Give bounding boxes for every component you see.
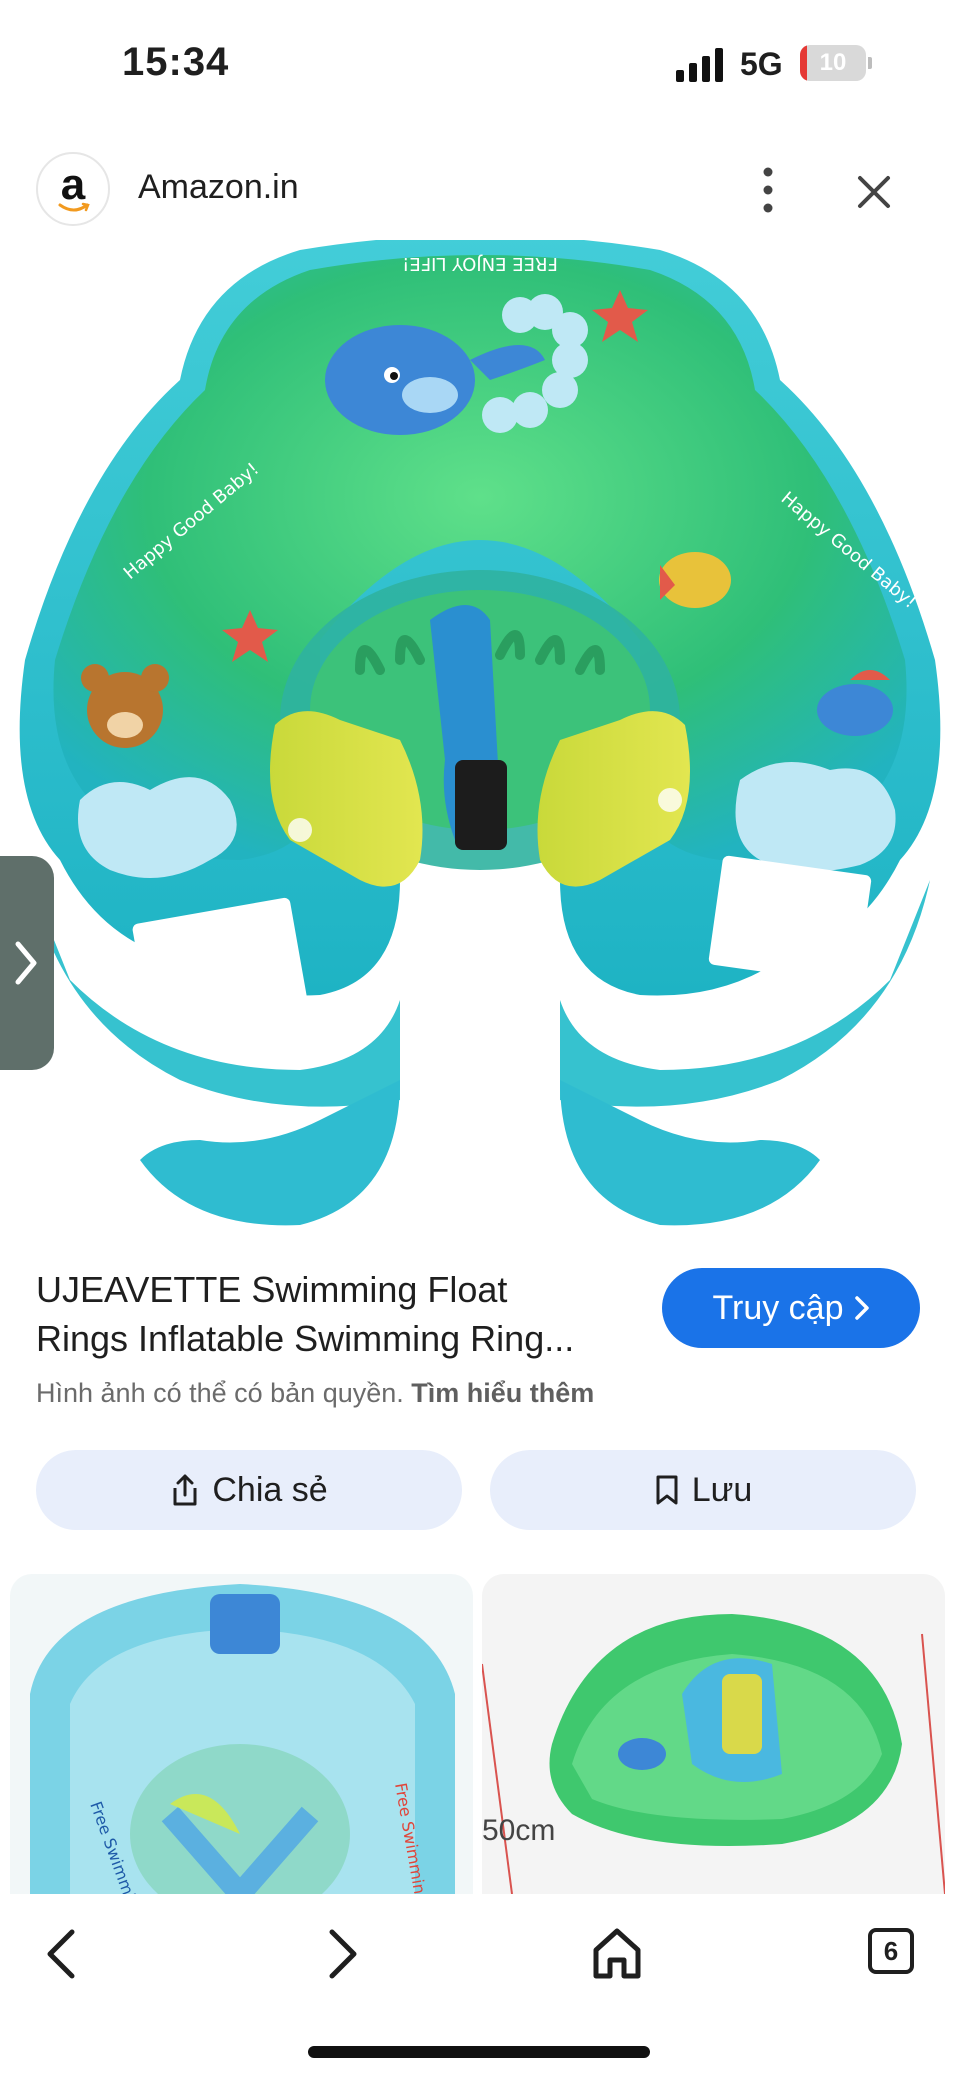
save-label: Lưu xyxy=(691,1470,753,1509)
smile-arrow-icon xyxy=(58,202,90,212)
dimension-label: 50cm xyxy=(482,1814,556,1847)
product-image[interactable]: FREE ENJOY LIFE! Happy Good Baby! Happy … xyxy=(0,240,960,1240)
related-image-2[interactable]: 50cm xyxy=(482,1574,945,1894)
swim-ring-thumbnail: Free Swimming Free Swimming xyxy=(30,1584,455,1894)
status-time: 15:34 xyxy=(122,40,230,84)
viewer-header: a Amazon.in xyxy=(0,140,960,240)
side-panel-tab[interactable] xyxy=(0,856,54,1070)
bookmark-icon xyxy=(656,1475,678,1505)
save-button[interactable]: Lưu xyxy=(490,1450,916,1530)
more-options-icon[interactable] xyxy=(746,162,790,218)
bottom-navigation: 6 xyxy=(0,1894,960,2081)
visit-button-label: Truy cập xyxy=(712,1288,844,1327)
forward-arrow-icon[interactable] xyxy=(316,1924,366,1984)
back-arrow-icon[interactable] xyxy=(38,1924,88,1984)
home-indicator xyxy=(308,2046,650,2058)
status-bar: 15:34 5G 10 xyxy=(0,0,960,130)
battery-icon: 10 xyxy=(800,45,872,81)
copyright-notice: Hình ảnh có thể có bản quyền. Tìm hiểu t… xyxy=(36,1378,594,1409)
signal-icon xyxy=(676,48,723,82)
product-title-line2: Rings Inflatable Swimming Ring... xyxy=(36,1318,575,1359)
chevron-right-icon xyxy=(15,941,37,985)
learn-more-link[interactable]: Tìm hiểu thêm xyxy=(411,1378,594,1408)
svg-text:FREE ENJOY LIFE!: FREE ENJOY LIFE! xyxy=(402,253,558,274)
site-logo[interactable]: a xyxy=(36,152,110,226)
product-title-line1: UJEAVETTE Swimming Float xyxy=(36,1269,508,1310)
inflatable-swim-ring-image: FREE ENJOY LIFE! Happy Good Baby! Happy … xyxy=(19,240,941,1226)
tabs-count-button[interactable]: 6 xyxy=(868,1928,914,1974)
share-icon xyxy=(173,1474,197,1506)
visit-button[interactable]: Truy cập xyxy=(662,1268,920,1348)
related-image-1[interactable]: Free Swimming Free Swimming xyxy=(10,1574,473,1894)
share-button[interactable]: Chia sẻ xyxy=(36,1450,462,1530)
product-title[interactable]: UJEAVETTE Swimming Float Rings Inflatabl… xyxy=(36,1265,646,1363)
home-icon[interactable] xyxy=(588,1924,646,1982)
site-name[interactable]: Amazon.in xyxy=(138,168,299,207)
share-label: Chia sẻ xyxy=(212,1470,328,1509)
copyright-text: Hình ảnh có thể có bản quyền. xyxy=(36,1378,404,1408)
network-label: 5G xyxy=(740,46,783,82)
close-icon[interactable] xyxy=(846,164,902,220)
battery-level: 10 xyxy=(819,49,847,76)
chevron-right-icon xyxy=(854,1296,869,1320)
